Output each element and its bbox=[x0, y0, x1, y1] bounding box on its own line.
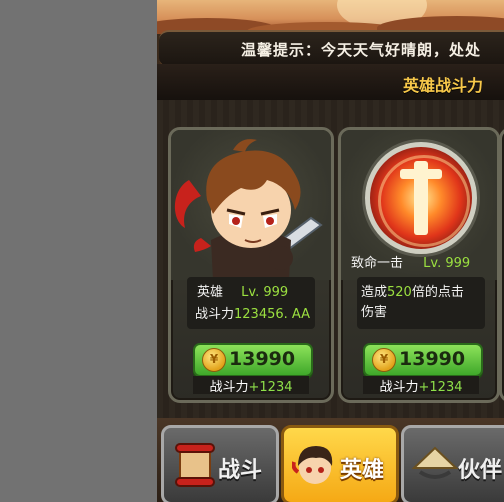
skill-upgrade-cost: 13990 bbox=[399, 348, 466, 370]
hero-info-panel: 英雄 Lv. 999 战斗力123456. AA bbox=[187, 277, 315, 329]
skill-desc-suffix: 倍的点击 bbox=[411, 285, 464, 300]
hero-upgrade-button[interactable]: ¥ 13990 bbox=[193, 343, 313, 377]
hero-power-label: 战斗力 bbox=[195, 307, 235, 322]
header-scenery bbox=[157, 0, 504, 34]
skill-desc-panel: 造成520倍的点击 伤害 bbox=[357, 277, 485, 329]
skill-level: Lv. 999 bbox=[423, 256, 471, 271]
hero-name-row: 英雄 Lv. 999 bbox=[197, 281, 325, 300]
tab-hero-label: 英雄 bbox=[340, 458, 385, 483]
page-title: 英雄战斗力 bbox=[403, 76, 484, 95]
game-screen: 温馨提示：今天天气好晴朗，处处 英雄战斗力 英雄 Lv. 999 战斗力1234… bbox=[157, 0, 504, 502]
skill-name-row: 致命一击 Lv. 999 bbox=[351, 252, 491, 271]
notice-ticker: 温馨提示：今天天气好晴朗，处处 bbox=[159, 30, 504, 68]
hero-upgrade-cost: 13990 bbox=[229, 348, 296, 370]
left-empty-area bbox=[0, 0, 157, 502]
skill-upgrade-button[interactable]: ¥ 13990 bbox=[363, 343, 483, 377]
skill-desc-row: 造成520倍的点击 bbox=[361, 281, 489, 300]
tab-battle-label: 战斗 bbox=[218, 458, 263, 483]
hero-power-row: 战斗力123456. AA bbox=[195, 303, 323, 322]
sword-guard bbox=[400, 169, 442, 179]
hero-icon bbox=[292, 446, 333, 484]
skill-gain-label: 战斗力 bbox=[379, 380, 419, 395]
skill-card[interactable]: 致命一击 Lv. 999 造成520倍的点击 伤害 ¥ 13990 战斗力+12… bbox=[338, 127, 500, 403]
skill-desc-line2: 伤害 bbox=[361, 305, 388, 320]
straw-hat-icon bbox=[412, 446, 458, 479]
skill-name: 致命一击 bbox=[351, 256, 404, 271]
title-bar: 英雄战斗力 bbox=[157, 64, 504, 102]
hero-gain-label: 战斗力 bbox=[209, 380, 249, 395]
tab-partner-label: 伙伴 bbox=[458, 458, 503, 483]
skill-desc-prefix: 造成 bbox=[361, 285, 388, 300]
notice-text: 温馨提示：今天天气好晴朗，处处 bbox=[241, 41, 482, 59]
tab-battle[interactable]: 战斗 bbox=[161, 425, 279, 502]
tab-hero[interactable]: 英雄 bbox=[281, 425, 399, 502]
hero-gain-value: +1234 bbox=[248, 380, 293, 395]
hero-card[interactable]: 英雄 Lv. 999 战斗力123456. AA ¥ 13990 战斗力+123… bbox=[168, 127, 334, 403]
gold-coin-icon: ¥ bbox=[202, 348, 226, 372]
skill-desc-row2: 伤害 bbox=[361, 301, 489, 320]
skill-upgrade-gain: 战斗力+1234 bbox=[363, 376, 479, 395]
skill-gain-value: +1234 bbox=[418, 380, 463, 395]
scroll-icon bbox=[175, 443, 215, 487]
tab-partner[interactable]: 伙伴 bbox=[401, 425, 504, 502]
next-card-peek[interactable] bbox=[499, 127, 504, 403]
hero-power-value: 123456. AA bbox=[234, 307, 311, 322]
skill-desc-value: 520 bbox=[387, 285, 412, 300]
critical-strike-icon bbox=[365, 142, 477, 254]
hero-name: 英雄 bbox=[197, 285, 224, 300]
hero-level: Lv. 999 bbox=[241, 285, 289, 300]
hero-portrait bbox=[174, 139, 323, 280]
gold-coin-icon: ¥ bbox=[372, 348, 396, 372]
hero-upgrade-gain: 战斗力+1234 bbox=[193, 376, 309, 395]
